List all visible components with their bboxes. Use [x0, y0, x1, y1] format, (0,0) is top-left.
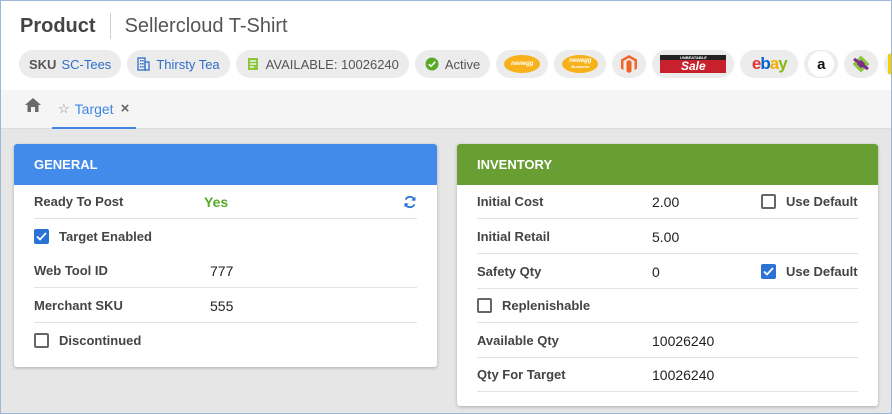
initial-cost-value[interactable]: 2.00 [652, 194, 679, 210]
web-tool-id-value[interactable]: 777 [210, 263, 233, 279]
company-name: Thirsty Tea [156, 56, 220, 72]
replenishable-row: Replenishable [477, 289, 858, 323]
unbeatable-sale-channel-chip[interactable]: UNBEATABLE Sale [652, 50, 735, 78]
qty-for-target-label: Qty For Target [477, 367, 566, 382]
safety-qty-row: Safety Qty 0 Use Default [477, 255, 858, 289]
ebay-logo: ebay [752, 54, 788, 74]
available-qty-value: 10026240 [652, 332, 715, 349]
target-enabled-row: Target Enabled [34, 219, 417, 253]
safety-qty-label: Safety Qty [477, 264, 542, 279]
use-default-label: Use Default [786, 194, 858, 209]
use-default-label: Use Default [786, 264, 858, 279]
inventory-panel: INVENTORY Initial Cost 2.00 Use Default … [457, 144, 878, 406]
home-icon[interactable] [24, 96, 42, 114]
merchant-sku-row: Merchant SKU 555 [34, 289, 417, 323]
product-header: Product Sellercloud T-Shirt SKU SC-Tees … [0, 0, 892, 90]
general-panel-title: GENERAL [14, 144, 437, 185]
magento-channel-chip[interactable] [612, 50, 647, 78]
unbeatable-sale-logo: UNBEATABLE Sale [660, 55, 727, 73]
initial-retail-label: Initial Retail [477, 229, 550, 244]
newegg-business-channel-chip[interactable]: newegg Business [554, 50, 607, 78]
newegg-logo: newegg [504, 55, 541, 73]
tab-bar: ☆ Target × [0, 90, 892, 129]
merchant-sku-value[interactable]: 555 [210, 298, 233, 314]
sale-logo-text: Sale [680, 59, 706, 73]
sku-label: SKU [29, 56, 57, 72]
tab-label: Target [74, 100, 114, 117]
magento-icon [621, 55, 638, 73]
ebay-channel-chip[interactable]: ebay [740, 50, 799, 78]
merchant-sku-label: Merchant SKU [34, 298, 123, 313]
replenishable-label: Replenishable [502, 298, 591, 313]
qty-for-target-value: 10026240 [652, 366, 715, 383]
status-text: Active [444, 56, 481, 72]
title-divider [109, 13, 111, 39]
building-icon [137, 57, 150, 71]
sku-value: SC-Tees [61, 56, 112, 72]
target-enabled-checkbox[interactable] [34, 228, 49, 244]
status-chip[interactable]: Active [414, 50, 491, 78]
web-tool-id-label: Web Tool ID [34, 263, 108, 278]
bb-channel-chip[interactable]: BB [884, 50, 892, 78]
title-row: Product Sellercloud T-Shirt [20, 13, 288, 39]
ready-to-post-row: Ready To Post Yes [34, 185, 417, 219]
newegg-business-logo-subtext: Business [571, 64, 590, 69]
available-chip[interactable]: AVAILABLE: 10026240 [235, 50, 409, 78]
ebay-logo-a: a [769, 54, 780, 73]
discontinued-label: Discontinued [59, 332, 142, 348]
company-chip[interactable]: Thirsty Tea [127, 50, 230, 78]
newegg-business-logo: newegg Business [562, 55, 599, 73]
initial-cost-label: Initial Cost [477, 194, 544, 209]
web-tool-id-row: Web Tool ID 777 [34, 254, 417, 288]
channel-logo-icon [852, 55, 870, 73]
initial-cost-row: Initial Cost 2.00 Use Default [477, 185, 858, 219]
initial-cost-use-default-checkbox[interactable] [761, 194, 776, 209]
inventory-icon [246, 57, 260, 71]
ready-to-post-label: Ready To Post [34, 194, 124, 209]
check-circle-icon [425, 57, 439, 71]
inventory-panel-title: INVENTORY [457, 144, 878, 185]
sku-chip[interactable]: SKU SC-Tees [19, 50, 122, 78]
available-qty-row: Available Qty 10026240 [477, 324, 858, 358]
initial-retail-value[interactable]: 5.00 [652, 229, 679, 245]
star-icon[interactable]: ☆ [58, 101, 70, 117]
general-panel: GENERAL Ready To Post Yes Target Enabled… [14, 144, 437, 367]
ebay-logo-b: b [760, 54, 770, 73]
close-icon[interactable]: × [121, 100, 130, 117]
product-name: Sellercloud T-Shirt [124, 14, 288, 37]
newegg-logo-text: newegg [511, 61, 534, 67]
newegg-channel-chip[interactable]: newegg [496, 50, 549, 78]
amazon-channel-chip[interactable]: a [804, 50, 839, 78]
sale-logo-top: UNBEATABLE [679, 55, 707, 60]
ebay-logo-y: y [778, 54, 788, 73]
misc-channel-chip[interactable] [844, 50, 879, 78]
amazon-logo: a [808, 51, 835, 77]
safety-qty-value[interactable]: 0 [652, 264, 660, 280]
tab-target[interactable]: ☆ Target × [52, 90, 136, 129]
ready-to-post-value: Yes [204, 193, 229, 210]
refresh-icon[interactable] [403, 195, 417, 209]
qty-for-target-row: Qty For Target 10026240 [477, 358, 858, 392]
page-title: Product [20, 14, 96, 37]
discontinued-row: Discontinued [34, 323, 417, 357]
initial-cost-use-default[interactable]: Use Default [761, 194, 858, 209]
target-enabled-label: Target Enabled [59, 228, 152, 244]
initial-retail-row: Initial Retail 5.00 [477, 220, 858, 254]
checkmark-icon [36, 231, 47, 241]
bb-logo: BB [888, 54, 892, 74]
product-chips: SKU SC-Tees Thirsty Tea AVAILABLE: 10026… [19, 50, 892, 78]
available-text: AVAILABLE: 10026240 [265, 56, 399, 72]
discontinued-checkbox[interactable] [34, 332, 49, 348]
safety-qty-use-default[interactable]: Use Default [761, 264, 858, 279]
checkmark-icon [763, 267, 774, 276]
available-qty-label: Available Qty [477, 333, 559, 348]
replenishable-checkbox[interactable] [477, 298, 492, 313]
safety-qty-use-default-checkbox[interactable] [761, 264, 776, 279]
